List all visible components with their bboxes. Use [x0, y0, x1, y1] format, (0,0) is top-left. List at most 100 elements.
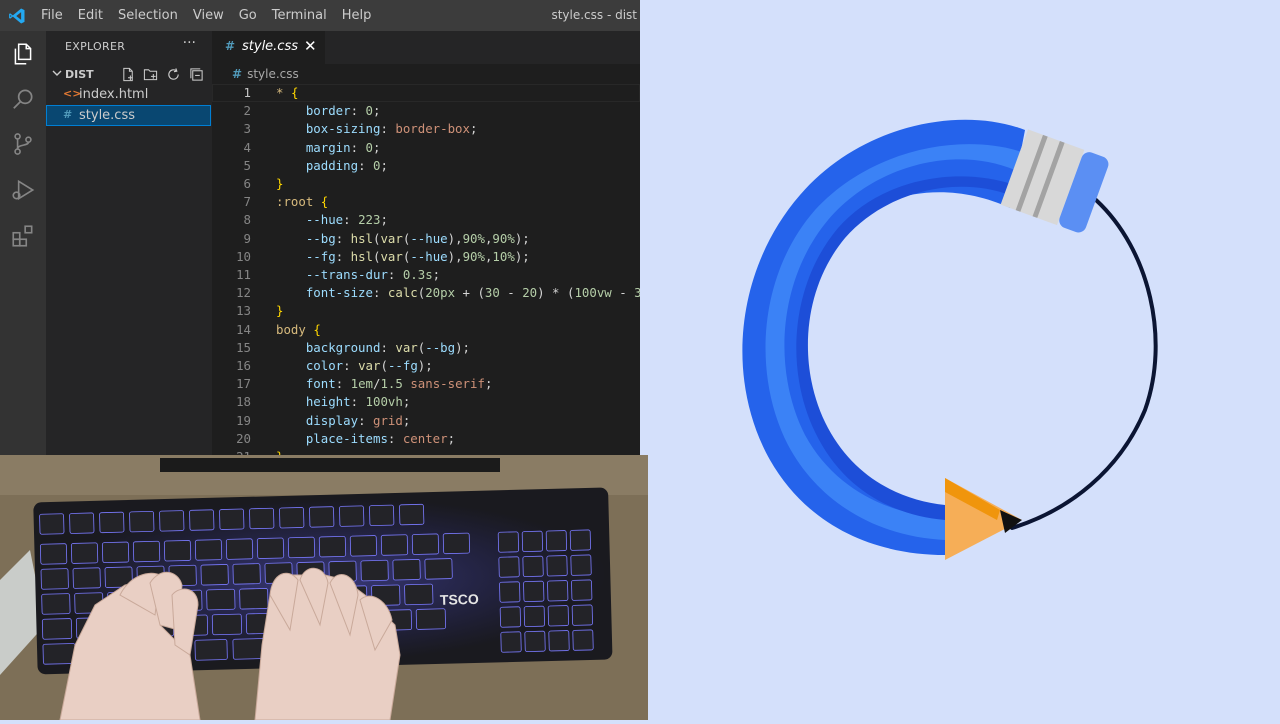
- keyboard-key: [189, 509, 215, 531]
- keyboard-key: [279, 507, 305, 529]
- keyboard-key: [39, 543, 68, 565]
- code-line[interactable]: 5 padding: 0;: [212, 157, 640, 175]
- code-line[interactable]: 15 background: var(--bg);: [212, 339, 640, 357]
- numpad-key: [499, 581, 521, 603]
- line-number: 13: [236, 303, 251, 319]
- files-icon[interactable]: [10, 41, 36, 67]
- menu-item-terminal[interactable]: Terminal: [272, 8, 327, 23]
- code-line[interactable]: 12 font-size: calc(20px + (30 - 20) * (1…: [212, 284, 640, 302]
- file-item-index-html[interactable]: <> index.html: [46, 84, 211, 105]
- code-text: --bg: hsl(var(--hue),90%,90%);: [305, 230, 530, 246]
- menu-item-help[interactable]: Help: [342, 8, 372, 23]
- code-text: font-size: calc(20px + (30 - 20) * (100v…: [305, 285, 640, 301]
- breadcrumb[interactable]: # style.css: [232, 67, 299, 81]
- code-text: font: 1em/1.5 sans-serif;: [305, 376, 493, 392]
- numpad-key: [546, 555, 568, 577]
- keyboard-key: [399, 503, 425, 526]
- numpad-key: [571, 604, 593, 626]
- collapse-all-icon[interactable]: [189, 67, 204, 82]
- keyboard-key: [200, 564, 229, 586]
- code-line[interactable]: 7 :root {: [212, 193, 640, 211]
- code-line[interactable]: 14 body {: [212, 321, 640, 339]
- code-line[interactable]: 16 color: var(--fg);: [212, 357, 640, 375]
- keyboard-key: [339, 505, 365, 527]
- code-line[interactable]: 13}: [212, 302, 640, 320]
- numpad-key: [499, 606, 521, 628]
- code-editor[interactable]: 1 * {2 border: 0; 3 box-sizing: border-box…: [212, 84, 640, 455]
- code-line[interactable]: 19 display: grid;: [212, 412, 640, 430]
- search-icon[interactable]: [10, 86, 36, 112]
- code-line[interactable]: 21}: [212, 448, 640, 455]
- keyboard-key: [129, 510, 155, 533]
- code-text: color: var(--fg);: [305, 358, 433, 373]
- file-name: style.css: [79, 108, 135, 123]
- line-number: 3: [243, 121, 251, 137]
- editor-area: # style.css ✕ # style.css 1 * {2 border: 0…: [212, 31, 640, 455]
- code-line[interactable]: 6}: [212, 175, 640, 193]
- code-line[interactable]: 10 --fg: hsl(var(--hue),90%,10%);: [212, 248, 640, 266]
- code-line[interactable]: 3 box-sizing: border-box;: [212, 120, 640, 138]
- code-text: place-items: center;: [305, 430, 456, 446]
- numpad-key: [523, 605, 545, 627]
- code-line[interactable]: 1 * {: [212, 84, 640, 102]
- code-text: }: [276, 303, 284, 319]
- menu-item-view[interactable]: View: [193, 8, 224, 23]
- keyboard-key: [211, 613, 243, 636]
- code-line[interactable]: 17 font: 1em/1.5 sans-serif;: [212, 375, 640, 393]
- close-icon[interactable]: ✕: [304, 37, 317, 55]
- numpad-key: [571, 579, 593, 601]
- code-text: --fg: hsl(var(--hue),90%,10%);: [305, 248, 530, 264]
- tab-style-css[interactable]: # style.css ✕: [212, 31, 325, 64]
- new-file-icon[interactable]: [121, 67, 136, 82]
- code-line[interactable]: 20 place-items: center;: [212, 430, 640, 448]
- numpad-key: [500, 631, 522, 653]
- code-text: }: [276, 448, 283, 455]
- css-file-icon: #: [225, 39, 236, 53]
- code-line[interactable]: 18 height: 100vh;: [212, 393, 640, 411]
- extensions-icon[interactable]: [10, 223, 36, 249]
- keyboard-key: [194, 539, 223, 561]
- keyboard-key: [194, 639, 228, 661]
- line-number: 18: [236, 394, 251, 410]
- run-debug-icon[interactable]: [10, 177, 36, 203]
- keyboard-key: [411, 533, 440, 555]
- code-line[interactable]: 11 --trans-dur: 0.3s;: [212, 266, 640, 284]
- menu-item-go[interactable]: Go: [239, 8, 257, 23]
- menu-item-file[interactable]: File: [41, 8, 63, 23]
- line-number: 7: [243, 194, 251, 210]
- keyboard-key: [404, 583, 434, 606]
- line-number: 11: [236, 267, 251, 282]
- drawn-line: [1010, 198, 1158, 530]
- code-line[interactable]: 9 --bg: hsl(var(--hue),90%,90%);: [212, 230, 640, 248]
- code-text: * {: [276, 85, 299, 100]
- line-number: 4: [243, 139, 251, 155]
- numpad-key: [545, 530, 568, 552]
- title-bar: File Edit Selection View Go Terminal Help styl…: [0, 0, 640, 31]
- line-number: 16: [236, 358, 251, 373]
- numpad-key: [572, 629, 594, 651]
- line-number: 15: [236, 339, 251, 355]
- keyboard-key: [349, 535, 378, 557]
- keyboard-key: [132, 540, 161, 563]
- menu-item-edit[interactable]: Edit: [78, 8, 103, 23]
- editor-tabs: # style.css ✕: [212, 31, 640, 64]
- folder-dist[interactable]: DIST: [51, 66, 211, 86]
- vscode-window: File Edit Selection View Go Terminal Help styl…: [0, 0, 640, 455]
- refresh-icon[interactable]: [166, 67, 181, 82]
- code-text: display: grid;: [305, 412, 411, 428]
- vscode-logo-icon: [9, 8, 25, 24]
- more-actions-icon[interactable]: ···: [183, 35, 196, 51]
- code-line[interactable]: 8 --hue: 223;: [212, 211, 640, 229]
- file-item-style-css[interactable]: # style.css: [46, 105, 211, 126]
- keyboard-key: [249, 507, 275, 530]
- code-line[interactable]: 4 margin: 0;: [212, 139, 640, 157]
- keyboard-key: [41, 618, 73, 640]
- keyboard-key: [239, 588, 269, 610]
- menu-item-selection[interactable]: Selection: [118, 8, 178, 23]
- code-text: :root {: [276, 194, 329, 210]
- line-number: 19: [236, 412, 251, 428]
- new-folder-icon[interactable]: [143, 67, 158, 82]
- code-line[interactable]: 2 border: 0;: [212, 102, 640, 120]
- breadcrumb-file: style.css: [247, 67, 299, 81]
- source-control-icon[interactable]: [10, 131, 36, 157]
